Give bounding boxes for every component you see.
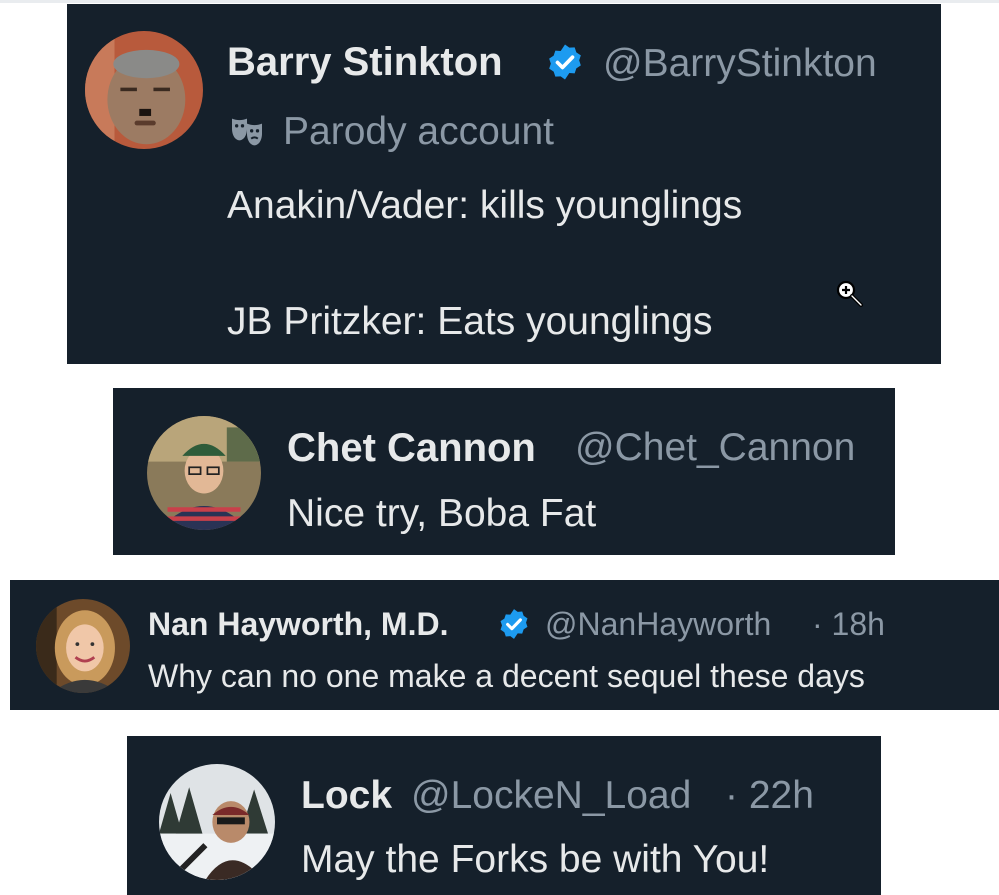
tweet-card-lock[interactable]: Lock @LockeN_Load · 22h May the Forks be…	[127, 736, 881, 895]
display-name[interactable]: Nan Hayworth, M.D.	[148, 606, 448, 643]
tweet-text-line-1: May the Forks be with You!	[301, 838, 770, 881]
tweet-text-line-1: Anakin/Vader: kills younglings	[227, 184, 743, 227]
tweet-card-nan[interactable]: Nan Hayworth, M.D. @NanHayworth · 18h Wh…	[10, 580, 999, 710]
verified-badge-icon	[545, 42, 585, 82]
tweet-text-line-1: Nice try, Boba Fat	[287, 492, 597, 535]
parody-label: Parody account	[227, 110, 554, 154]
avatar[interactable]	[85, 31, 203, 149]
avatar[interactable]	[36, 599, 130, 693]
timestamp[interactable]: · 18h	[812, 606, 885, 643]
handle[interactable]: @BarryStinkton	[603, 42, 877, 86]
tweet-text-line-2: JB Pritzker: Eats younglings	[227, 300, 713, 343]
avatar-image	[36, 599, 130, 693]
parody-label-text: Parody account	[283, 110, 555, 153]
tweet-text-line-1: Why can no one make a decent sequel thes…	[148, 658, 865, 694]
handle[interactable]: @Chet_Cannon	[575, 426, 855, 470]
avatar-image	[85, 31, 203, 149]
tweet-card-barry[interactable]: Barry Stinkton @BarryStinkton Parody acc…	[67, 4, 941, 364]
display-name[interactable]: Chet Cannon	[287, 426, 536, 471]
zoom-in-icon	[835, 279, 865, 309]
avatar-image	[147, 416, 261, 530]
display-name[interactable]: Lock	[301, 774, 392, 818]
top-divider	[0, 0, 999, 3]
tweet-card-chet[interactable]: Chet Cannon @Chet_Cannon Nice try, Boba …	[113, 388, 895, 555]
handle[interactable]: @NanHayworth	[545, 606, 771, 643]
timestamp[interactable]: · 22h	[725, 774, 814, 818]
verified-badge-icon	[497, 607, 531, 641]
avatar[interactable]	[147, 416, 261, 530]
avatar-image	[159, 764, 275, 880]
theater-masks-icon	[227, 112, 267, 152]
display-name[interactable]: Barry Stinkton	[227, 40, 503, 85]
avatar[interactable]	[159, 764, 275, 880]
handle[interactable]: @LockeN_Load	[411, 774, 691, 818]
